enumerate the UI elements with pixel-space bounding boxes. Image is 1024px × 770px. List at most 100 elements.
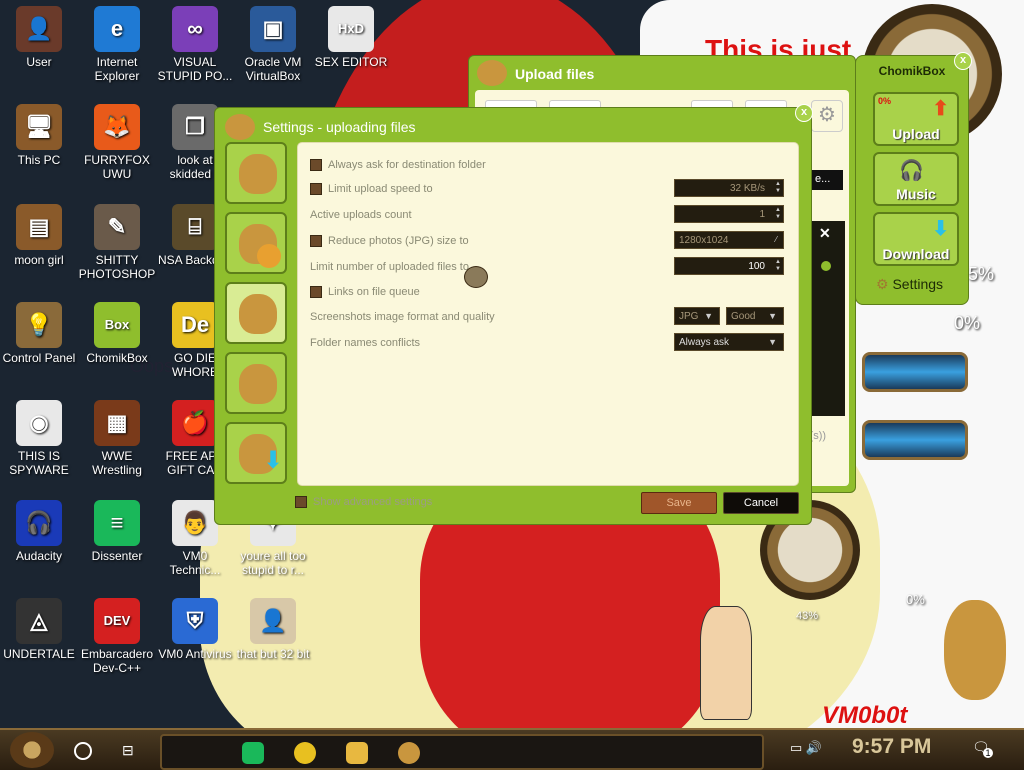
chomikbox-close-button[interactable]: x (954, 52, 972, 70)
desktop-icon[interactable]: ∞ VISUAL STUPID PO... (156, 2, 234, 83)
desktop-icon-label: UNDERTALE (3, 647, 75, 661)
desktop-icon-label: ChomikBox (86, 351, 148, 365)
desktop-icon-label: VM0 Antivirus (158, 647, 232, 661)
desktop-icon[interactable]: 👤 that but 32 bit (234, 594, 312, 661)
active-count-stepper[interactable]: 1 ▲ ▼ (674, 205, 784, 223)
desktop-icon-label: Embarcadero Dev-C++ (80, 647, 154, 675)
desktop-icon-image: ⌸ (172, 204, 218, 250)
download-arrow-icon: ⬇ (932, 218, 949, 240)
taskbar-apps (160, 734, 764, 770)
advanced-settings-option[interactable]: Show advanced settings (295, 496, 432, 508)
cursor-icon (464, 266, 488, 288)
chrome-taskbar-icon[interactable] (294, 742, 316, 764)
save-button[interactable]: Save (641, 492, 717, 514)
chomikbox-download-button[interactable]: ⬇ Download (873, 212, 959, 266)
desktop-icon[interactable]: ▣ Oracle VM VirtualBox (234, 2, 312, 83)
desktop-icon-image: 💡 (16, 302, 62, 348)
desktop-icon[interactable]: ▦ WWE Wrestling (78, 396, 156, 477)
desktop-icon-image: ▣ (250, 6, 296, 52)
always-ask-checkbox[interactable] (310, 159, 322, 171)
task-view-icon[interactable]: ⊟ (122, 742, 134, 759)
gauge-percent: 43% (796, 610, 819, 622)
links-queue-checkbox[interactable] (310, 286, 322, 298)
desktop-icon-image: HxD (328, 6, 374, 52)
image-format-select[interactable]: JPG ▼ (674, 307, 720, 325)
close-icon[interactable]: ✕ (819, 225, 831, 242)
chomikbox-music-button[interactable]: 🎧 Music (873, 152, 959, 206)
settings-nav-uploading[interactable] (225, 282, 287, 344)
desktop-icon-image: 🖥 (16, 104, 62, 150)
photo-size-select[interactable]: 1280x1024 ⁄ (674, 231, 784, 249)
chomikbox-upload-button[interactable]: 0% ⬆ Upload (873, 92, 959, 146)
active-count-label: Active uploads count (310, 209, 412, 221)
upload-path-field[interactable]: e... (811, 170, 843, 190)
desktop-icon[interactable]: 🖥 This PC (0, 100, 78, 167)
download-arrow-icon: ⬇ (263, 447, 284, 474)
folder-conflict-select[interactable]: Always ask ▼ (674, 333, 784, 351)
settings-nav-general[interactable] (225, 142, 287, 204)
desktop-icon[interactable]: ≡ Dissenter (78, 496, 156, 563)
reduce-photos-option[interactable]: Reduce photos (JPG) size to (310, 235, 469, 247)
desktop-icon[interactable]: 🦊 FURRYFOX UWU (78, 100, 156, 181)
reduce-photos-checkbox[interactable] (310, 235, 322, 247)
desktop-icon-image: ▤ (16, 204, 62, 250)
desktop-icon-label: SEX EDITOR (314, 55, 388, 69)
settings-dialog[interactable]: Settings - uploading files x ⬇ Always as… (214, 104, 813, 525)
desktop-icon-image: De (172, 302, 218, 348)
desktop-icon[interactable]: 👤 User (0, 2, 78, 69)
folder-conflicts-label: Folder names conflicts (310, 337, 421, 349)
settings-close-button[interactable]: x (795, 104, 813, 122)
upload-gear-icon[interactable]: ⚙ (811, 100, 843, 132)
desktop-icon-label: VISUAL STUPID PO... (157, 55, 233, 83)
folder-taskbar-icon[interactable] (346, 742, 368, 764)
desktop-icon[interactable]: Box ChomikBox (78, 298, 156, 365)
chomikbox-taskbar-icon[interactable] (398, 742, 420, 764)
settings-nav-music[interactable] (225, 352, 287, 414)
desktop-icon-image: ◬ (16, 598, 62, 644)
dissenter-taskbar-icon[interactable] (242, 742, 264, 764)
desktop-icon[interactable]: HxD SEX EDITOR (312, 2, 390, 69)
settings-nav-appearance[interactable] (225, 212, 287, 274)
desktop-icon[interactable]: ✎ SHITTY PHOTOSHOP (78, 200, 156, 281)
upload-speed-stepper[interactable]: 32 KB/s ▲ ▼ (674, 179, 784, 197)
taskbar: ⊟ ▭ 🔊 9:57 PM 🗨 1 (0, 728, 1024, 770)
desktop-icon-label: This PC (17, 153, 61, 167)
desktop-icon[interactable]: ◬ UNDERTALE (0, 594, 78, 661)
play-icon[interactable] (821, 261, 831, 271)
upload-arrow-icon: ⬆ (932, 98, 949, 120)
desktop-icon[interactable]: DEV Embarcadero Dev-C++ (78, 594, 156, 675)
chomikbox-settings-button[interactable]: ⚙ Settings (876, 276, 943, 293)
cancel-button[interactable]: Cancel (723, 492, 799, 514)
desktop-icon[interactable]: e Internet Explorer (78, 2, 156, 83)
desktop-icon-image: ◉ (16, 400, 62, 446)
always-ask-option[interactable]: Always ask for destination folder (310, 159, 486, 171)
file-limit-stepper[interactable]: 100 ▲ ▼ (674, 257, 784, 275)
desktop-icon-image: 👨 (172, 500, 218, 546)
desktop-icon[interactable]: ◉ THIS IS SPYWARE (0, 396, 78, 477)
limit-speed-checkbox[interactable] (310, 183, 322, 195)
system-tray[interactable]: ▭ 🔊 (790, 740, 822, 756)
desktop-icon[interactable]: ▤ moon girl (0, 200, 78, 267)
wallpaper-bottom-text: VM0b0t (822, 702, 908, 729)
desktop-icon-label: youre all too stupid to r... (240, 549, 306, 577)
chomikbox-title: ChomikBox (878, 64, 946, 78)
headphones-icon: 🎧 (899, 160, 924, 182)
desktop-icon-label: that but 32 bit (236, 647, 310, 661)
image-quality-select[interactable]: Good ▼ (726, 307, 784, 325)
settings-panel: Always ask for destination folder Limit … (297, 142, 799, 486)
notification-icon[interactable]: 🗨 1 (972, 739, 993, 758)
desktop-icon-label: THIS IS SPYWARE (9, 449, 69, 477)
start-button[interactable] (10, 732, 54, 768)
advanced-settings-checkbox[interactable] (295, 496, 307, 508)
links-queue-option[interactable]: Links on file queue (310, 286, 420, 298)
settings-nav-downloading[interactable]: ⬇ (225, 422, 287, 484)
desktop-icon[interactable]: 🎧 Audacity (0, 496, 78, 563)
search-circle-icon[interactable] (74, 742, 92, 760)
desktop-icon[interactable]: 💡 Control Panel (0, 298, 78, 365)
limit-number-label: Limit number of uploaded files to (310, 261, 469, 273)
gear-icon: ⚙ (876, 276, 889, 292)
taskbar-clock[interactable]: 9:57 PM (852, 735, 931, 759)
limit-speed-option[interactable]: Limit upload speed to (310, 183, 433, 195)
desktop-icon[interactable]: ⛨ VM0 Antivirus (156, 594, 234, 661)
desktop-icon-image: Box (94, 302, 140, 348)
